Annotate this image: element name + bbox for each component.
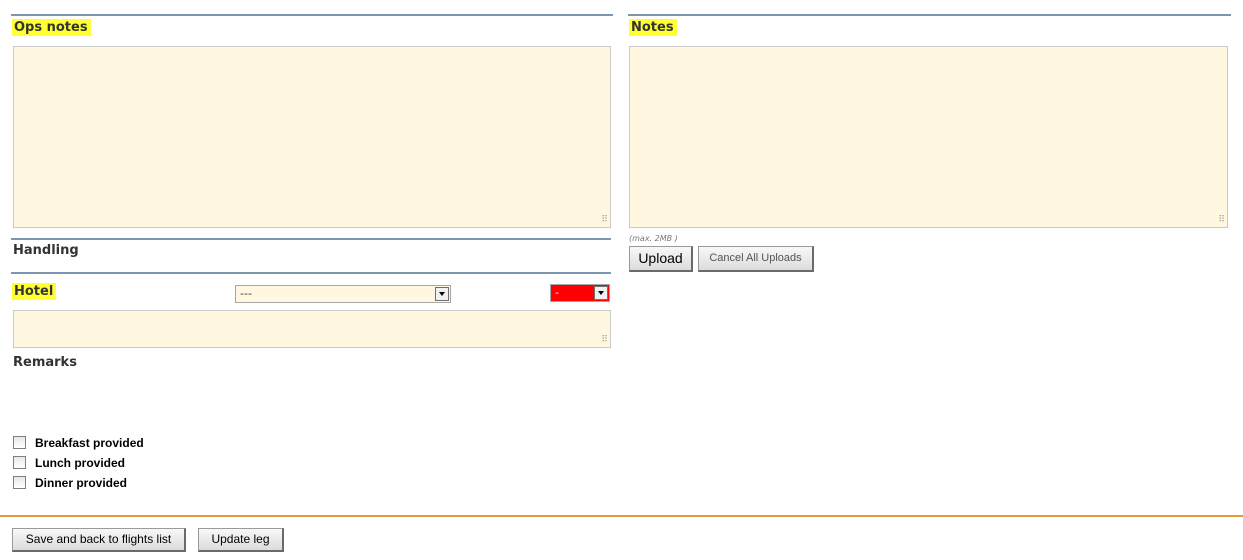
hotel-select-value: --- xyxy=(240,287,252,300)
max-size-note: (max. 2MB ) xyxy=(629,234,678,243)
upload-button[interactable]: Upload xyxy=(629,246,693,272)
hotel-title-text: Hotel xyxy=(12,283,57,300)
remarks-title: Remarks xyxy=(13,355,77,370)
notes-resize-grip-icon[interactable]: ⠿ xyxy=(1215,215,1225,225)
hotel-status-value: - xyxy=(555,286,559,299)
dinner-label: Dinner provided xyxy=(35,476,128,490)
breakfast-checkbox[interactable] xyxy=(13,436,26,449)
handling-title: Handling xyxy=(13,243,79,258)
lunch-label: Lunch provided xyxy=(35,456,125,470)
update-leg-button[interactable]: Update leg xyxy=(198,528,284,552)
ops-notes-resize-grip-icon[interactable]: ⠿ xyxy=(598,215,608,225)
hotel-textarea[interactable] xyxy=(13,310,611,348)
save-and-back-button[interactable]: Save and back to flights list xyxy=(12,528,186,552)
ops-notes-title-text: Ops notes xyxy=(12,19,91,36)
breakfast-label: Breakfast provided xyxy=(35,436,144,450)
hotel-select[interactable]: --- xyxy=(235,285,451,303)
notes-title: Notes xyxy=(629,19,677,36)
chevron-down-icon[interactable] xyxy=(435,287,449,301)
chevron-down-icon[interactable] xyxy=(594,286,608,300)
hotel-status-select[interactable]: - xyxy=(550,284,610,302)
ops-notes-title: Ops notes xyxy=(12,19,91,36)
ops-notes-divider xyxy=(11,14,613,16)
dinner-checkbox[interactable] xyxy=(13,476,26,489)
hotel-divider xyxy=(11,272,611,274)
hotel-title: Hotel xyxy=(12,283,57,300)
notes-textarea[interactable] xyxy=(629,46,1228,228)
lunch-checkbox[interactable] xyxy=(13,456,26,469)
hotel-resize-grip-icon[interactable]: ⠿ xyxy=(598,335,608,345)
cancel-all-uploads-button[interactable]: Cancel All Uploads xyxy=(698,246,814,272)
leg-edit-page: Ops notes ⠿ Notes ⠿ (max. 2MB ) Upload C… xyxy=(0,0,1243,560)
notes-divider xyxy=(628,14,1231,16)
ops-notes-textarea[interactable] xyxy=(13,46,611,228)
footer-divider xyxy=(0,515,1243,517)
handling-divider xyxy=(11,238,611,240)
notes-title-text: Notes xyxy=(629,19,677,36)
